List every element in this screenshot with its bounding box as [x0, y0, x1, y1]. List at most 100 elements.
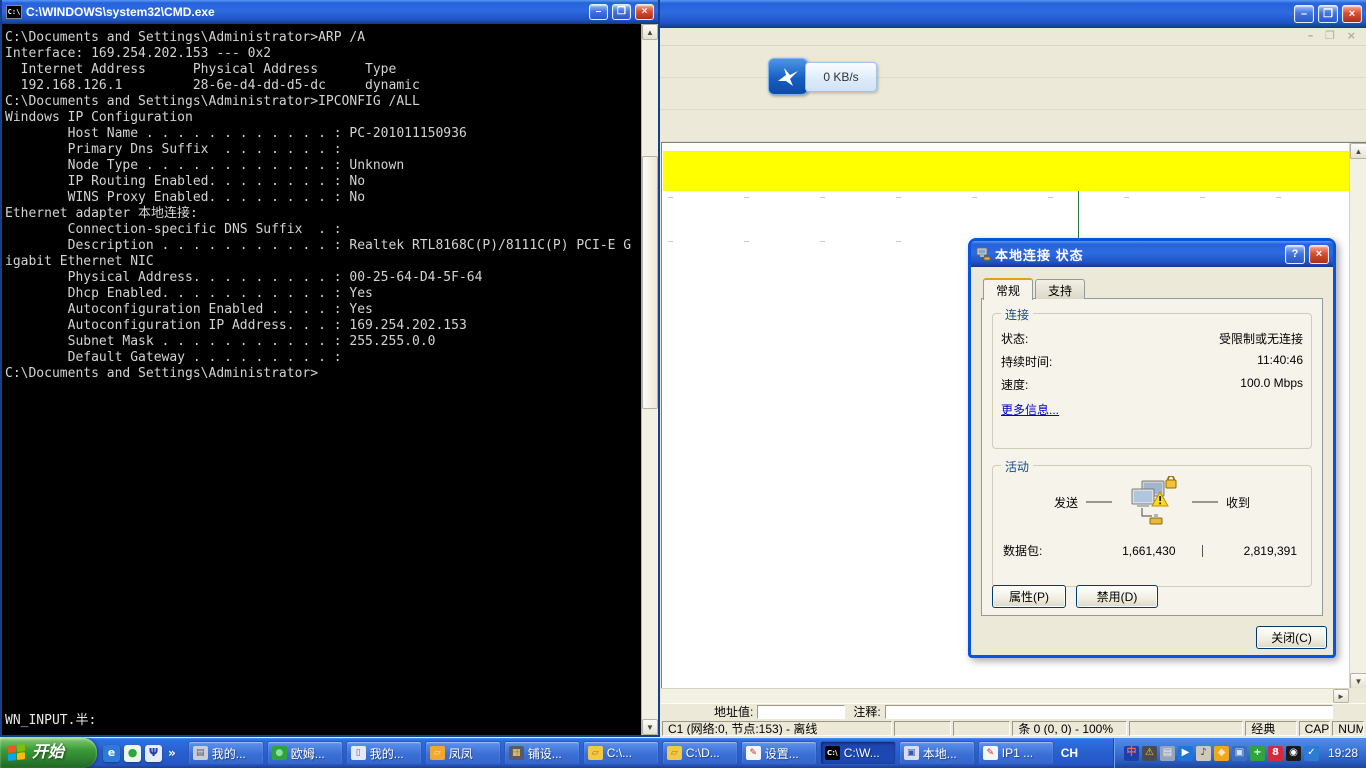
status-position: 条 0 (0, 0) - 100%: [1012, 721, 1126, 736]
console-line: Interface: 169.254.202.153 --- 0x2: [5, 46, 641, 62]
task-button-icon: ▣: [904, 746, 919, 760]
taskbar-button-ip1[interactable]: ✎IP1 ...: [978, 741, 1054, 765]
canvas-grid-guide: [668, 197, 1348, 198]
taskbar-button-wode-1[interactable]: ▤我的...: [188, 741, 264, 765]
console-line: C:\Documents and Settings\Administrator>: [5, 366, 641, 382]
thunder-bird-icon[interactable]: ▶: [1178, 746, 1193, 761]
packets-sent-value: 1,661,430: [1081, 544, 1202, 558]
quick-launch-expand-icon[interactable]: »: [166, 746, 178, 760]
taskbar-button-cmd[interactable]: C:\C:\W...: [820, 741, 896, 765]
canvas-yellow-band: [663, 151, 1349, 191]
address-value-input[interactable]: [757, 705, 845, 719]
taskbar-button-pushe[interactable]: ▦铺设...: [504, 741, 580, 765]
language-indicator[interactable]: CH: [1054, 746, 1085, 760]
console-line: Node Type . . . . . . . . . . . . : Unkn…: [5, 158, 641, 174]
task-button-label: C:\W...: [844, 746, 880, 760]
scroll-right-icon[interactable]: ►: [1333, 689, 1349, 703]
task-button-icon: ▱: [588, 746, 603, 760]
scroll-up-icon[interactable]: ▲: [642, 24, 658, 40]
cmd-titlebar[interactable]: C:\ C:\WINDOWS\system32\CMD.exe – ❐ ×: [2, 0, 658, 24]
comment-input[interactable]: [885, 705, 1333, 719]
app-minimize-button[interactable]: –: [1294, 5, 1314, 23]
cmd-minimize-button[interactable]: –: [589, 4, 608, 20]
scroll-down-icon[interactable]: ▼: [1350, 673, 1366, 688]
download-speed-overlay[interactable]: 0 KB/s: [768, 58, 877, 95]
cmd-restore-button[interactable]: ❐: [612, 4, 631, 20]
task-button-label: 设置...: [765, 745, 799, 762]
bird-glyph: [775, 65, 801, 89]
status-caps-indicator: CAP: [1299, 721, 1331, 736]
recv-dash: [1192, 501, 1218, 503]
canvas-wire-line: [1078, 191, 1079, 239]
duration-value: 11:40:46: [1257, 353, 1303, 370]
status-num-indicator: NUM: [1332, 721, 1364, 736]
soft-keyboard-icon[interactable]: ▤: [1160, 746, 1175, 761]
taskbar-button-cd-folder[interactable]: ▱C:\D...: [662, 741, 738, 765]
canvas-horizontal-scrollbar[interactable]: ►: [661, 688, 1349, 703]
taskbar-clock[interactable]: 19:28: [1322, 746, 1358, 760]
console-line: Autoconfiguration IP Address. . . : 169.…: [5, 318, 641, 334]
quicklaunch-anchor-icon[interactable]: Ψ: [145, 745, 162, 762]
activity-group-label: 活动: [1001, 458, 1033, 475]
security-shield-icon[interactable]: ◆: [1214, 746, 1229, 761]
properties-button[interactable]: 属性(P): [992, 585, 1066, 608]
taskbar-button-c-folder[interactable]: ▱C:\...: [583, 741, 659, 765]
task-button-icon: ✎: [746, 746, 761, 760]
volume-icon[interactable]: ♪: [1196, 746, 1211, 761]
mdi-window-controls[interactable]: – ❐ ×: [1308, 29, 1360, 43]
close-button[interactable]: 关闭(C): [1256, 626, 1327, 649]
app-close-button[interactable]: ×: [1342, 5, 1362, 23]
qq-penguin-icon[interactable]: ◉: [1286, 746, 1301, 761]
thunder-bird-icon[interactable]: [768, 58, 808, 95]
sent-label: 发送: [1054, 494, 1078, 511]
status-empty-cell: [1129, 721, 1243, 736]
task-button-icon: ▱: [430, 746, 445, 760]
scrollbar-corner: [1349, 688, 1366, 703]
speed-value: 100.0 Mbps: [1240, 376, 1303, 393]
app-restore-button[interactable]: ❐: [1318, 5, 1338, 23]
green-plus-icon[interactable]: +: [1250, 746, 1265, 761]
scroll-down-icon[interactable]: ▼: [642, 719, 658, 735]
dialog-help-button[interactable]: ?: [1285, 245, 1305, 264]
cmd-close-button[interactable]: ×: [635, 4, 654, 20]
taskbar-button-bendi[interactable]: ▣本地...: [899, 741, 975, 765]
desktop: – ❐ × – ❐ × ▤▧▥▨▩▦▭▭▭▭⌐╦▪▫ ▥≡▦□□□□╫HH▣▣▣…: [0, 0, 1366, 768]
sent-dash: [1086, 501, 1112, 503]
start-button[interactable]: 开始: [0, 738, 97, 768]
network-connection-icon: [975, 246, 991, 262]
packets-label: 数据包:: [1003, 542, 1081, 559]
display-icon[interactable]: ▣: [1232, 746, 1247, 761]
scrollbar-thumb[interactable]: [642, 156, 658, 409]
taskbar-button-shezhi[interactable]: ✎ 设置...: [741, 741, 817, 765]
quicklaunch-green-ball-icon[interactable]: ●: [124, 745, 141, 762]
quicklaunch-browser-icon[interactable]: e: [103, 745, 120, 762]
address-value-label: 地址值:: [714, 703, 753, 720]
task-button-label: 凤凤: [449, 745, 473, 762]
task-button-icon: ▦: [509, 746, 524, 760]
task-button-label: 我的...: [212, 745, 246, 762]
start-label: 开始: [32, 738, 64, 768]
scroll-up-icon[interactable]: ▲: [1350, 143, 1366, 159]
tab-general[interactable]: 常规: [983, 278, 1033, 300]
status-style-mode: 经典: [1245, 721, 1296, 736]
taskbar-button-wode-2[interactable]: ▯我的...: [346, 741, 422, 765]
taskbar-button-fengfeng[interactable]: ▱ 凤凤: [425, 741, 501, 765]
alert-icon[interactable]: ⚠: [1142, 746, 1157, 761]
connection-group: 连接 状态: 受限制或无连接 持续时间: 11:40:46 速度: 100.0 …: [992, 313, 1312, 449]
red-badge-icon[interactable]: 8: [1268, 746, 1283, 761]
console-output[interactable]: C:\Documents and Settings\Administrator>…: [2, 24, 641, 735]
windows-flag-icon: [8, 744, 26, 762]
console-scrollbar[interactable]: ▲ ▼: [641, 24, 658, 735]
dialog-titlebar[interactable]: 本地连接 状态 ? ×: [971, 241, 1333, 267]
activity-network-icon: [1120, 476, 1184, 528]
check-icon[interactable]: ✓: [1304, 746, 1319, 761]
tab-support[interactable]: 支持: [1035, 279, 1085, 299]
address-value-bar: 地址值: 注释:: [661, 703, 1366, 719]
taskbar-button-oumu[interactable]: ●欧姆...: [267, 741, 343, 765]
task-button-icon: ▱: [667, 746, 682, 760]
disable-button[interactable]: 禁用(D): [1076, 585, 1158, 608]
ime-cn-icon[interactable]: 中: [1124, 746, 1139, 761]
more-info-link[interactable]: 更多信息...: [993, 395, 1067, 424]
dialog-close-icon-button[interactable]: ×: [1309, 245, 1329, 264]
canvas-vertical-scrollbar[interactable]: ▲ ▼: [1349, 143, 1366, 688]
